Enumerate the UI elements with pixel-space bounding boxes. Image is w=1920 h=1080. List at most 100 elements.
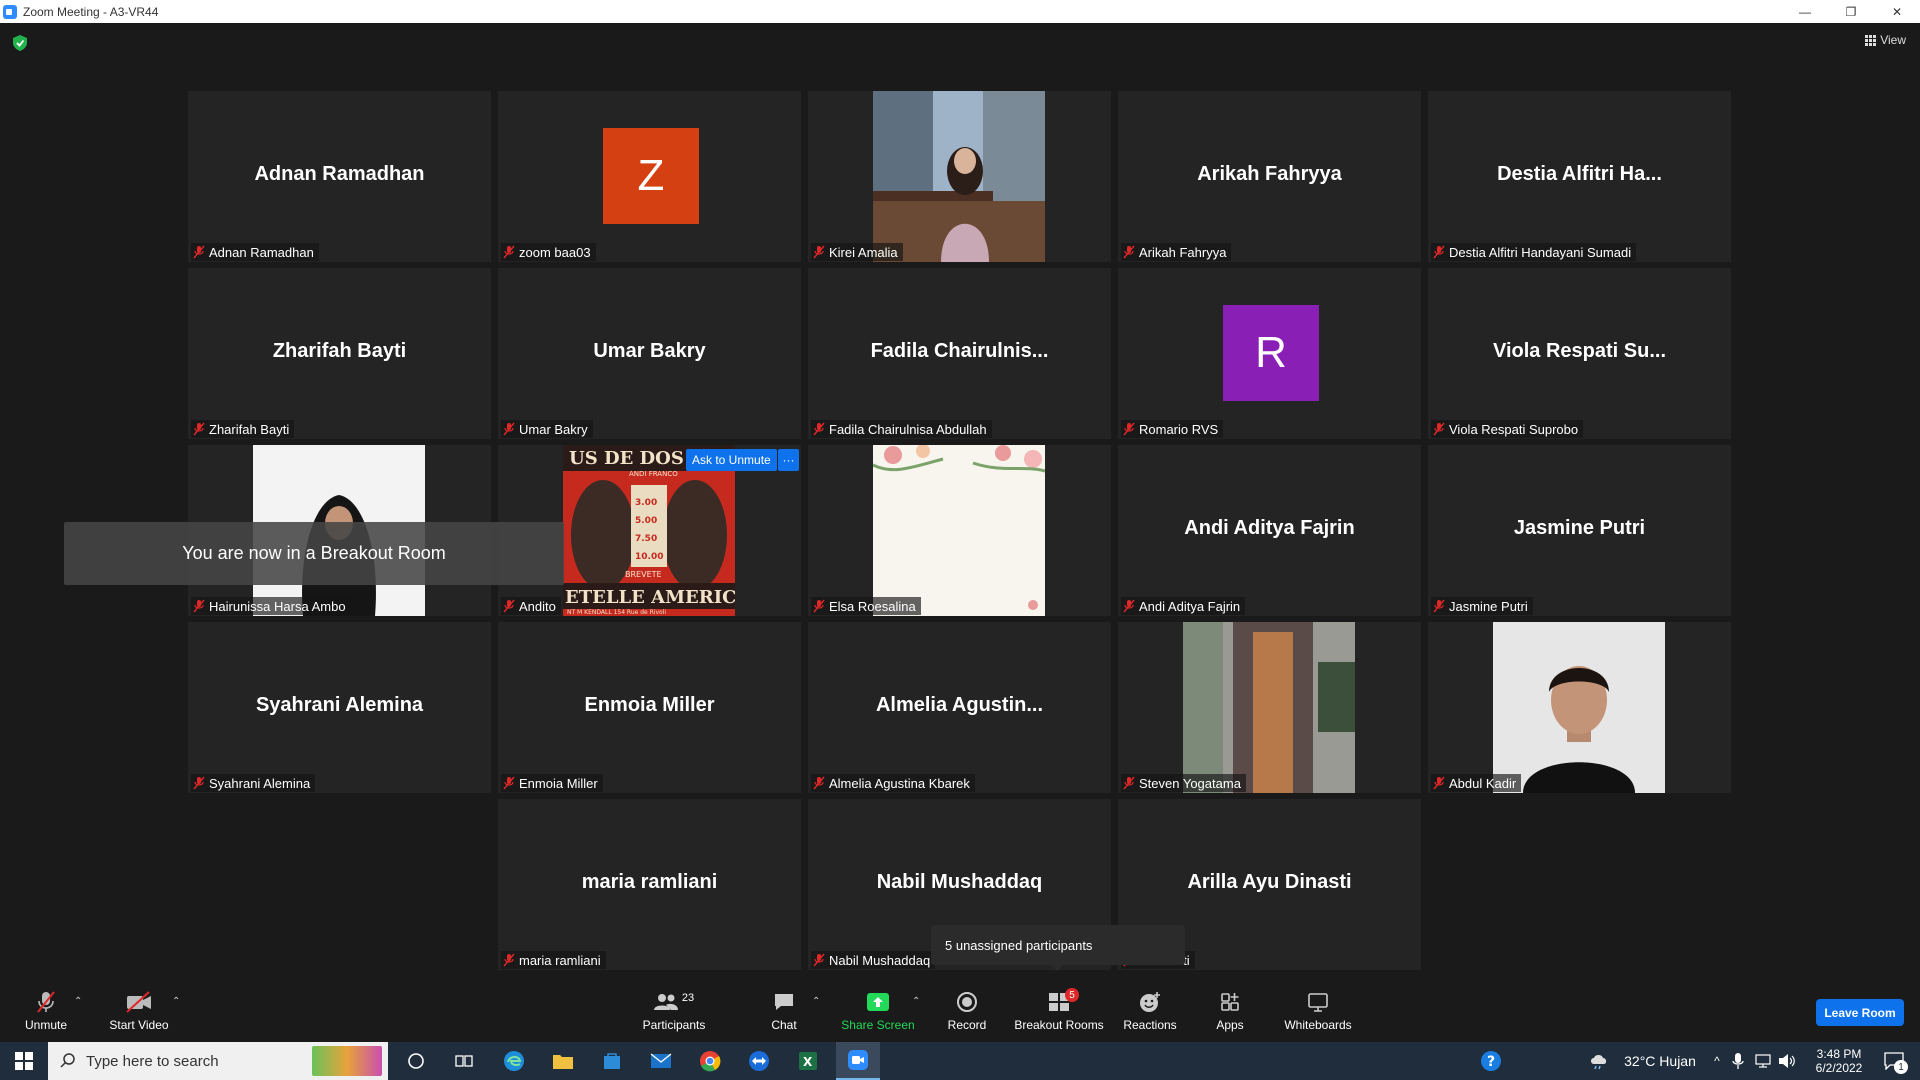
start-button[interactable] xyxy=(0,1042,48,1080)
clock-date: 6/2/2022 xyxy=(1815,1061,1863,1075)
participant-name-label: Enmoia Miller xyxy=(501,774,603,792)
svg-text:3.00: 3.00 xyxy=(635,498,657,508)
zoom-taskbar-icon[interactable] xyxy=(836,1042,880,1080)
record-button[interactable]: Record xyxy=(944,980,990,1042)
svg-text:ETELLE AMERICA: ETELLE AMERICA xyxy=(565,587,735,608)
participant-tile[interactable]: Fadila Chairulnis... Fadila Chairulnisa A… xyxy=(808,268,1111,439)
meeting-toolbar: Unmute ⌃ Start Video ⌃ 23 Participants C… xyxy=(0,980,1920,1042)
unmute-label: Unmute xyxy=(24,1018,68,1032)
restore-button[interactable]: ❐ xyxy=(1828,0,1874,23)
notification-center-icon[interactable]: 1 xyxy=(1874,1042,1914,1080)
encryption-shield-icon[interactable] xyxy=(13,35,27,51)
participant-tile[interactable]: Jasmine Putri Jasmine Putri xyxy=(1428,445,1731,616)
audio-options-caret-icon[interactable]: ⌃ xyxy=(74,996,82,1007)
participant-display-name: Destia Alfitri Ha... xyxy=(1497,163,1662,185)
tray-expand-icon[interactable]: ^ xyxy=(1708,1042,1726,1080)
mic-muted-icon xyxy=(503,599,515,613)
participant-tile[interactable]: Elsa Roesalina xyxy=(808,445,1111,616)
taskbar-search-box[interactable]: Type here to search xyxy=(48,1042,388,1080)
edge-icon[interactable] xyxy=(496,1042,532,1080)
participant-name: maria ramliani xyxy=(519,952,601,968)
volume-icon[interactable] xyxy=(1776,1042,1798,1080)
participant-tile[interactable]: Adnan Ramadhan Adnan Ramadhan xyxy=(188,91,491,262)
participant-display-name: Umar Bakry xyxy=(593,340,706,362)
unassigned-participants-tooltip: 5 unassigned participants xyxy=(931,925,1185,971)
participant-tile[interactable]: Enmoia Miller Enmoia Miller xyxy=(498,622,801,793)
participant-tile[interactable]: Zharifah Bayti Zharifah Bayti xyxy=(188,268,491,439)
record-icon xyxy=(953,990,981,1014)
participant-tile[interactable]: Viola Respati Su... Viola Respati Suprobo xyxy=(1428,268,1731,439)
whiteboards-button[interactable]: Whiteboards xyxy=(1280,980,1356,1042)
start-video-button[interactable]: Start Video xyxy=(104,980,174,1042)
participant-name: Kirei Amalia xyxy=(829,244,898,260)
store-icon[interactable] xyxy=(594,1042,630,1080)
reactions-button[interactable]: Reactions xyxy=(1122,980,1178,1042)
ask-to-unmute-button[interactable]: Ask to Unmute xyxy=(686,449,777,471)
participant-name: Abdul Kadir xyxy=(1449,775,1517,791)
cortana-icon[interactable] xyxy=(398,1042,434,1080)
participant-tile[interactable]: Abdul Kadir xyxy=(1428,622,1731,793)
participant-tile[interactable]: Andi Aditya Fajrin Andi Aditya Fajrin xyxy=(1118,445,1421,616)
video-options-caret-icon[interactable]: ⌃ xyxy=(172,996,180,1007)
participant-tile[interactable]: Syahrani Alemina Syahrani Alemina xyxy=(188,622,491,793)
participant-name: Destia Alfitri Handayani Sumadi xyxy=(1449,244,1632,260)
breakout-rooms-button[interactable]: 5 Breakout Rooms xyxy=(1012,980,1106,1042)
task-view-icon[interactable] xyxy=(446,1042,482,1080)
windows-taskbar: Type here to search X ? 32°C Hujan ^ 3:4… xyxy=(0,1042,1920,1080)
participant-display-name: Zharifah Bayti xyxy=(272,340,407,362)
network-icon[interactable] xyxy=(1752,1042,1774,1080)
zoom-app-icon xyxy=(3,4,17,19)
excel-icon[interactable]: X xyxy=(790,1042,826,1080)
weather-text[interactable]: 32°C Hujan xyxy=(1620,1042,1700,1080)
participant-tile[interactable]: Umar Bakry Umar Bakry xyxy=(498,268,801,439)
participant-name-label: Adnan Ramadhan xyxy=(191,243,319,261)
participant-display-name: Jasmine Putri xyxy=(1513,517,1646,539)
mic-muted-icon xyxy=(193,776,205,790)
mic-muted-icon xyxy=(1433,776,1445,790)
participant-name-label: zoom baa03 xyxy=(501,243,596,261)
participant-name: Andi Aditya Fajrin xyxy=(1139,598,1241,614)
participant-tile[interactable]: Kirei Amalia xyxy=(808,91,1111,262)
leave-room-button[interactable]: Leave Room xyxy=(1816,999,1904,1026)
view-button[interactable]: View xyxy=(1865,33,1906,47)
help-icon[interactable]: ? xyxy=(1476,1042,1506,1080)
chat-button[interactable]: Chat xyxy=(766,980,802,1042)
apps-button[interactable]: Apps xyxy=(1212,980,1248,1042)
participant-name-label: Nabil Mushaddaq xyxy=(811,951,936,969)
minimize-button[interactable]: — xyxy=(1782,0,1828,23)
participant-tile[interactable]: R Romario RVS xyxy=(1118,268,1421,439)
participant-display-name: Arikah Fahryya xyxy=(1197,163,1342,185)
participant-tile[interactable]: maria ramliani maria ramliani xyxy=(498,799,801,970)
mic-muted-icon xyxy=(1433,422,1445,436)
participant-tile[interactable]: Steven Yogatama xyxy=(1118,622,1421,793)
unmute-button[interactable]: Unmute xyxy=(18,980,74,1042)
participant-tile[interactable]: Destia Alfitri Ha... Destia Alfitri Handa… xyxy=(1428,91,1731,262)
mic-muted-icon xyxy=(32,990,60,1014)
clock[interactable]: 3:48 PM 6/2/2022 xyxy=(1804,1042,1874,1080)
participant-name-label: Zharifah Bayti xyxy=(191,420,295,438)
participant-name: Almelia Agustina Kbarek xyxy=(829,775,970,791)
participants-button[interactable]: 23 Participants xyxy=(636,980,712,1042)
teamviewer-icon[interactable] xyxy=(741,1042,777,1080)
mic-muted-icon xyxy=(813,953,825,967)
more-options-button[interactable]: ··· xyxy=(778,449,799,471)
share-options-caret-icon[interactable]: ⌃ xyxy=(912,996,920,1007)
participant-name: Jasmine Putri xyxy=(1449,598,1528,614)
chat-options-caret-icon[interactable]: ⌃ xyxy=(812,996,820,1007)
reactions-label: Reactions xyxy=(1123,1018,1177,1032)
close-button[interactable]: ✕ xyxy=(1874,0,1920,23)
participant-name: Elsa Roesalina xyxy=(829,598,916,614)
share-screen-button[interactable]: Share Screen xyxy=(840,980,916,1042)
participant-display-name: Andi Aditya Fajrin xyxy=(1184,517,1355,539)
chrome-icon[interactable] xyxy=(692,1042,728,1080)
participant-name-label: Destia Alfitri Handayani Sumadi xyxy=(1431,243,1637,261)
participant-tile[interactable]: Zzoom baa03 xyxy=(498,91,801,262)
mic-muted-icon xyxy=(193,599,205,613)
mic-muted-icon xyxy=(193,245,205,259)
participant-tile[interactable]: Arikah Fahryya Arikah Fahryya xyxy=(1118,91,1421,262)
participant-name: Enmoia Miller xyxy=(519,775,598,791)
participant-tile[interactable]: Almelia Agustin... Almelia Agustina Kbare… xyxy=(808,622,1111,793)
mail-icon[interactable] xyxy=(643,1042,679,1080)
microphone-tray-icon[interactable] xyxy=(1728,1042,1748,1080)
file-explorer-icon[interactable] xyxy=(545,1042,581,1080)
